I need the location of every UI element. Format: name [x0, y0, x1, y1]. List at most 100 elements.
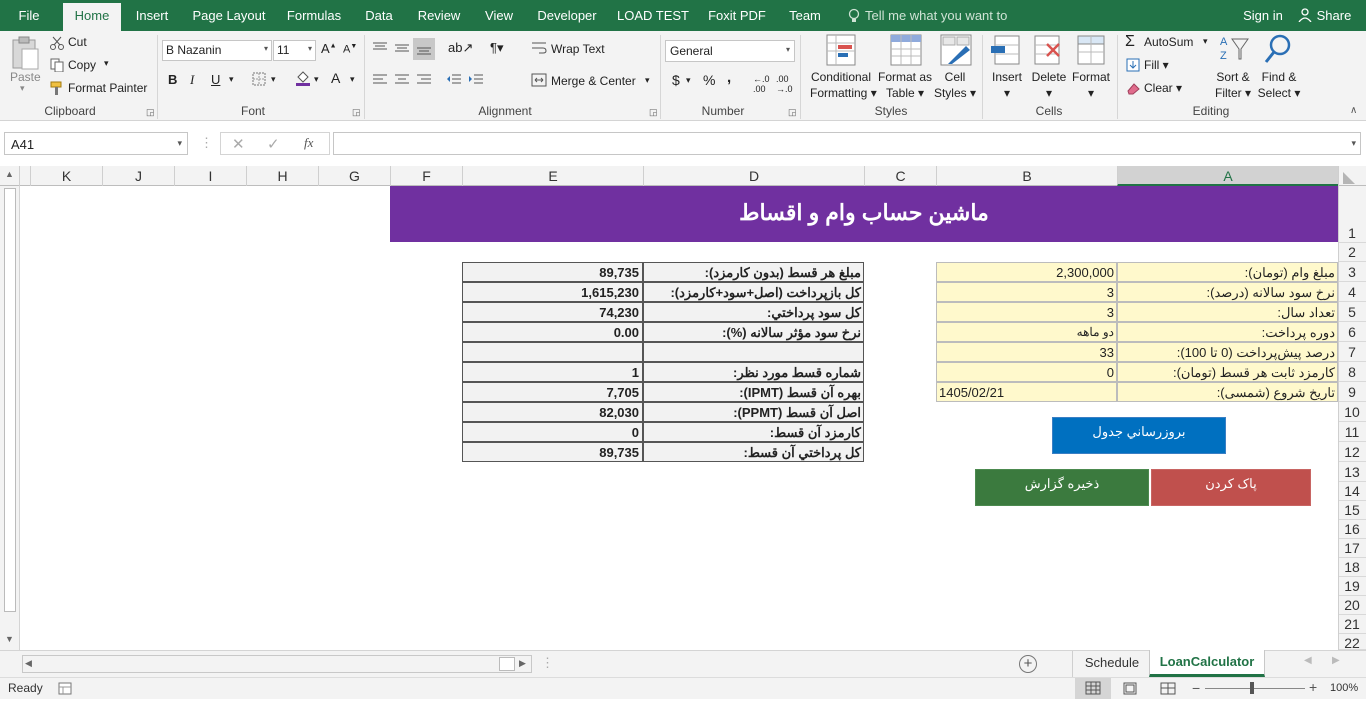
zoom-out-button[interactable]: −: [1192, 680, 1200, 696]
bold-button[interactable]: B: [168, 72, 177, 87]
column-header-b[interactable]: B: [936, 166, 1117, 186]
row-header-11[interactable]: 11: [1338, 422, 1366, 442]
format-painter-button[interactable]: Format Painter: [68, 81, 147, 95]
copy-dropdown-icon[interactable]: ▾: [104, 58, 109, 69]
column-header-i[interactable]: I: [174, 166, 246, 186]
insert-function-button[interactable]: fx: [304, 135, 313, 151]
fill-button[interactable]: Fill ▾: [1144, 58, 1169, 72]
chevron-down-icon[interactable]: ▼: [5, 634, 14, 644]
number-format-select[interactable]: General ▾: [665, 40, 795, 62]
paste-icon[interactable]: [10, 35, 40, 71]
column-header-f[interactable]: F: [390, 166, 462, 186]
underline-dropdown-icon[interactable]: ▾: [229, 74, 234, 85]
row-header-2[interactable]: 2: [1338, 243, 1366, 262]
chevron-right-icon[interactable]: ▶: [1332, 655, 1340, 666]
zoom-slider[interactable]: [1205, 688, 1305, 689]
tab-data[interactable]: Data: [362, 0, 396, 31]
italic-button[interactable]: I: [190, 72, 194, 88]
tab-insert[interactable]: Insert: [130, 0, 174, 31]
insert-cells-button[interactable]: Insert ▾: [988, 69, 1026, 101]
macro-record-icon[interactable]: [58, 682, 72, 698]
align-top-icon[interactable]: [372, 41, 388, 58]
column-header-j[interactable]: J: [102, 166, 174, 186]
row-header-16[interactable]: 16: [1338, 520, 1366, 539]
format-cells-button[interactable]: Format ▾: [1070, 69, 1112, 101]
decrease-font-icon[interactable]: A▼: [343, 43, 357, 56]
tab-foxit-pdf[interactable]: Foxit PDF: [705, 0, 769, 31]
cut-button[interactable]: Cut: [68, 35, 87, 49]
delete-cells-button[interactable]: Delete ▾: [1029, 69, 1069, 101]
result-value-installment-number[interactable]: 1: [462, 362, 643, 382]
borders-icon[interactable]: [252, 72, 266, 89]
orientation-icon[interactable]: ab↗: [448, 40, 473, 56]
row-header-7[interactable]: 7: [1338, 342, 1366, 362]
row-header-20[interactable]: 20: [1338, 596, 1366, 615]
sort-filter-button[interactable]: Sort & Filter ▾: [1210, 69, 1256, 101]
input-value-down-payment[interactable]: 33: [936, 342, 1117, 362]
font-color-dropdown-icon[interactable]: ▾: [350, 74, 355, 85]
tab-page-layout[interactable]: Page Layout: [188, 0, 270, 31]
font-size-select[interactable]: 11 ▾: [273, 40, 316, 61]
input-value-period[interactable]: دو ماهه: [936, 322, 1117, 342]
chevron-left-icon[interactable]: ◀: [1304, 655, 1312, 666]
row-header-17[interactable]: 17: [1338, 539, 1366, 558]
zoom-level[interactable]: 100%: [1330, 682, 1358, 694]
row-header-14[interactable]: 14: [1338, 482, 1366, 501]
column-header-d[interactable]: D: [643, 166, 864, 186]
normal-view-button[interactable]: [1075, 678, 1111, 699]
select-all-corner[interactable]: [1338, 166, 1366, 186]
row-header-1[interactable]: 1: [1338, 186, 1366, 243]
find-select-button[interactable]: Find & Select ▾: [1256, 69, 1302, 101]
tab-load-test[interactable]: LOAD TEST: [616, 0, 690, 31]
collapse-ribbon-icon[interactable]: ∧: [1350, 105, 1357, 116]
format-as-table-button[interactable]: Format as Table ▾: [876, 69, 934, 101]
tab-view[interactable]: View: [481, 0, 517, 31]
cell-styles-button[interactable]: Cell Styles ▾: [932, 69, 978, 101]
input-value-fee[interactable]: 0: [936, 362, 1117, 382]
vertical-scrollbar[interactable]: ▼: [0, 186, 20, 650]
tab-home[interactable]: Home: [63, 3, 121, 31]
fill-color-icon[interactable]: [295, 69, 311, 90]
decrease-decimal-icon[interactable]: .00 →.0: [776, 74, 793, 94]
row-header-5[interactable]: 5: [1338, 302, 1366, 322]
add-sheet-button[interactable]: +: [1019, 655, 1037, 673]
vertical-scroll-thumb[interactable]: [4, 188, 16, 612]
column-header-g[interactable]: G: [318, 166, 390, 186]
column-header-a[interactable]: A: [1117, 166, 1338, 186]
share-button[interactable]: Share: [1314, 0, 1354, 31]
align-middle-icon[interactable]: [394, 41, 410, 58]
clipboard-launcher-icon[interactable]: ◲: [146, 107, 155, 118]
chevron-left-icon[interactable]: ◀: [25, 658, 32, 669]
column-header-e[interactable]: E: [462, 166, 643, 186]
font-name-select[interactable]: B Nazanin ▾: [162, 40, 272, 61]
tell-me-box[interactable]: Tell me what you want to do...: [865, 0, 1035, 54]
row-header-19[interactable]: 19: [1338, 577, 1366, 596]
chevron-right-icon[interactable]: ▶: [519, 658, 526, 669]
cancel-icon[interactable]: ✕: [232, 135, 245, 153]
column-header-c[interactable]: C: [864, 166, 936, 186]
row-header-13[interactable]: 13: [1338, 462, 1366, 482]
row-header-4[interactable]: 4: [1338, 282, 1366, 302]
tab-formulas[interactable]: Formulas: [283, 0, 345, 31]
tab-review[interactable]: Review: [413, 0, 465, 31]
save-report-button[interactable]: ذخيره گزارش: [975, 469, 1149, 506]
number-launcher-icon[interactable]: ◲: [788, 107, 797, 118]
scroll-up-corner[interactable]: ▲: [0, 166, 20, 186]
sign-in-link[interactable]: Sign in: [1240, 0, 1286, 31]
formula-input[interactable]: ▾: [333, 132, 1361, 155]
input-value-years[interactable]: 3: [936, 302, 1117, 322]
align-bottom-icon[interactable]: [413, 38, 435, 60]
percent-button[interactable]: %: [703, 72, 715, 88]
zoom-in-button[interactable]: +: [1309, 679, 1317, 695]
sheet-tab-loancalculator[interactable]: LoanCalculator: [1149, 650, 1265, 677]
row-header-3[interactable]: 3: [1338, 262, 1366, 282]
merge-center-button[interactable]: Merge & Center: [551, 74, 636, 88]
clear-button[interactable]: Clear ▾: [1144, 81, 1182, 95]
underline-button[interactable]: U: [211, 72, 220, 87]
merge-dropdown-icon[interactable]: ▾: [645, 75, 650, 86]
page-break-view-button[interactable]: [1160, 682, 1176, 698]
row-header-18[interactable]: 18: [1338, 558, 1366, 577]
name-box[interactable]: A41 ▾: [4, 132, 188, 155]
row-header-21[interactable]: 21: [1338, 615, 1366, 634]
increase-indent-icon[interactable]: [468, 73, 484, 90]
